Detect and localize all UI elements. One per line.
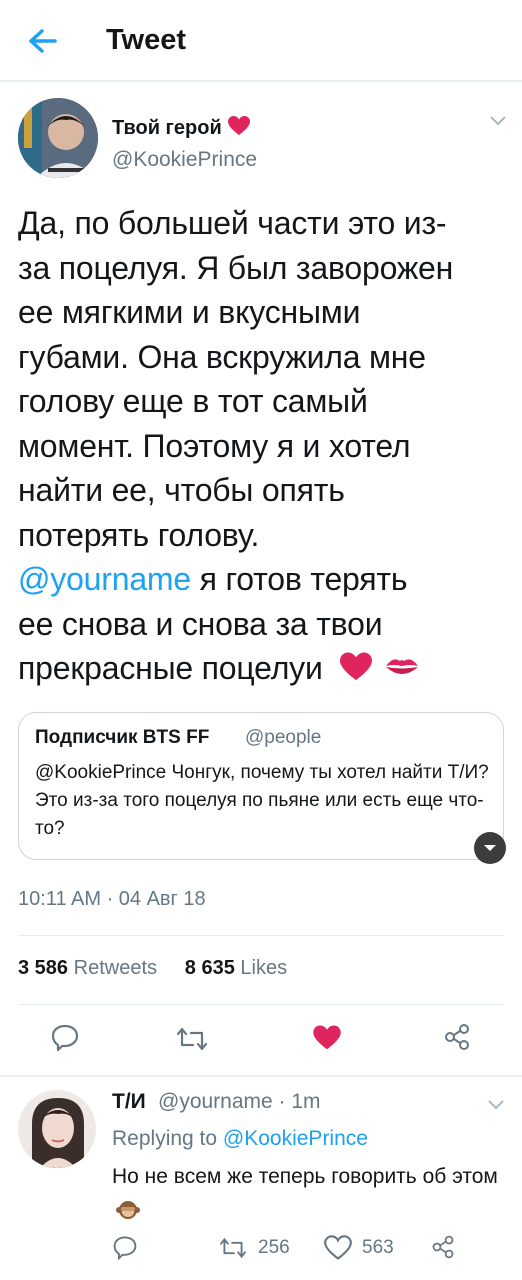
retweet-icon[interactable] bbox=[218, 1236, 248, 1260]
tweet-line: за поцелуя. Я был заворожен bbox=[18, 249, 454, 286]
quote-text: @KookiePrince Чонгук, почему ты хотел на… bbox=[35, 762, 489, 839]
tweet-line: момент. Поэтому я и хотел bbox=[18, 427, 411, 464]
top-bar: Tweet bbox=[0, 0, 522, 82]
reply-handle-time[interactable]: @yourname · 1m bbox=[158, 1090, 321, 1114]
tweet-line: губами. Она вскружила мне bbox=[18, 338, 426, 375]
tweet-text: Да, по большей части это из- за поцелуя.… bbox=[18, 201, 518, 691]
quote-author-name: Подписчик BTS FF bbox=[35, 727, 210, 748]
retweet-icon[interactable] bbox=[175, 1025, 209, 1053]
divider bbox=[18, 1004, 504, 1005]
chevron-down-icon[interactable] bbox=[486, 1098, 506, 1112]
author-avatar[interactable] bbox=[18, 98, 98, 178]
quote-author-handle: @people bbox=[245, 727, 322, 748]
mention-link[interactable]: @yourname bbox=[18, 561, 191, 597]
divider bbox=[18, 935, 504, 936]
replying-to-link[interactable]: @KookiePrince bbox=[223, 1127, 368, 1150]
tweet-line: Да, по большей части это из- bbox=[18, 205, 447, 241]
reply-text: Но не всем же теперь говорить об этом bbox=[112, 1160, 512, 1228]
retweets-stat[interactable]: 3 586 Retweets bbox=[18, 957, 157, 979]
reply-like-count: 563 bbox=[362, 1237, 394, 1258]
tweet-line: прекрасные поцелуи bbox=[18, 646, 518, 691]
kiss-emoji-icon bbox=[386, 659, 419, 674]
author-name[interactable]: Твой герой bbox=[112, 115, 251, 140]
replying-to: Replying to @KookiePrince bbox=[112, 1127, 368, 1150]
share-icon[interactable] bbox=[442, 1022, 472, 1052]
tweet-line: @yourname я готов терять bbox=[18, 561, 408, 597]
reply-icon[interactable] bbox=[112, 1234, 138, 1260]
tweet-line: потерять голову. bbox=[18, 516, 260, 553]
reply-icon[interactable] bbox=[50, 1022, 80, 1052]
divider bbox=[0, 1075, 522, 1077]
tweet-line: голову еще в тот самый bbox=[18, 383, 368, 419]
like-icon[interactable] bbox=[324, 1235, 352, 1261]
expand-icon[interactable] bbox=[474, 832, 506, 864]
back-arrow-icon[interactable] bbox=[24, 26, 60, 56]
tweet-timestamp: 10:11 AM · 04 Авг 18 bbox=[18, 888, 206, 910]
quoted-tweet[interactable]: Подписчик BTS FF @people @KookiePrince Ч… bbox=[18, 712, 504, 860]
reply-avatar[interactable] bbox=[18, 1090, 96, 1168]
tweet-line: найти ее, чтобы опять bbox=[18, 472, 345, 508]
chevron-down-icon[interactable] bbox=[488, 114, 508, 128]
monkey-emoji-icon bbox=[116, 1201, 140, 1219]
like-icon[interactable] bbox=[312, 1024, 342, 1052]
page-title: Tweet bbox=[106, 24, 187, 56]
heart-emoji-icon bbox=[228, 116, 251, 135]
author-handle[interactable]: @KookiePrince bbox=[112, 148, 257, 172]
share-icon[interactable] bbox=[430, 1234, 456, 1260]
reply-author-name[interactable]: Т/И bbox=[112, 1090, 146, 1114]
tweet-line: ее мягкими и вкусными bbox=[18, 294, 361, 330]
reply-retweet-count: 256 bbox=[258, 1237, 290, 1258]
tweet-stats: 3 586 Retweets 8 635 Likes bbox=[18, 957, 287, 980]
likes-stat[interactable]: 8 635 Likes bbox=[185, 957, 287, 979]
heart-emoji-icon bbox=[340, 652, 373, 681]
tweet-line: ее снова и снова за твои bbox=[18, 605, 383, 642]
